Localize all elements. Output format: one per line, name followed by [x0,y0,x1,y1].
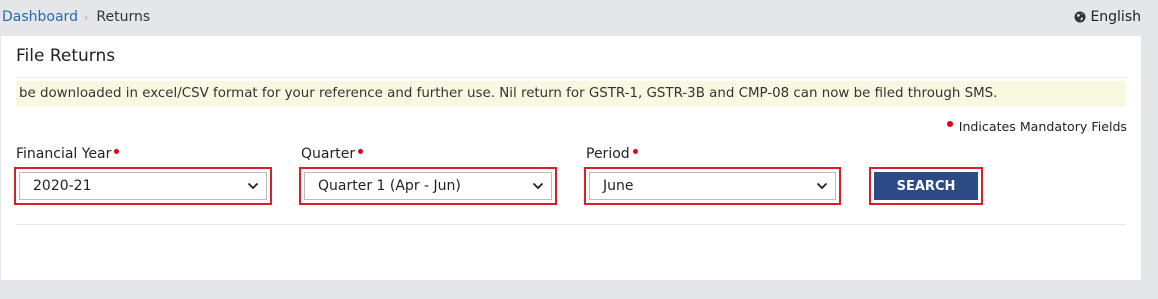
period-field: Period June [584,146,842,205]
file-returns-card: File Returns be downloaded in excel/CSV … [1,36,1141,280]
period-value: June [603,178,634,194]
chevron-down-icon [532,182,544,190]
mandatory-note-text: Indicates Mandatory Fields [958,119,1127,134]
chevron-down-icon [816,182,828,190]
mandatory-note: Indicates Mandatory Fields [946,119,1127,134]
required-dot-icon [358,149,364,154]
period-highlight: June [584,167,841,205]
search-highlight: SEARCH [869,167,983,205]
language-selector[interactable]: English [1074,9,1141,25]
top-bar: Dashboard › Returns English [0,0,1158,36]
notice-text: be downloaded in excel/CSV format for yo… [19,86,998,101]
period-label: Period [586,146,842,166]
quarter-label-text: Quarter [301,146,356,162]
breadcrumb-separator: › [83,10,89,24]
notice-ticker: be downloaded in excel/CSV format for yo… [16,81,1126,107]
language-label: English [1090,9,1141,25]
financial-year-label: Financial Year [16,146,272,166]
chevron-down-icon [247,182,259,190]
mandatory-dot-icon [946,120,953,127]
globe-icon [1074,11,1086,23]
financial-year-label-text: Financial Year [16,146,112,162]
title-divider [16,77,1126,78]
bottom-divider [16,224,1126,225]
breadcrumb-current: Returns [96,9,151,25]
page-title: File Returns [16,46,116,66]
required-dot-icon [114,149,120,154]
breadcrumb-dashboard-link[interactable]: Dashboard [2,9,78,25]
breadcrumb: Dashboard › Returns [2,9,150,25]
quarter-field: Quarter Quarter 1 (Apr - Jun) [299,146,557,205]
search-button[interactable]: SEARCH [874,172,978,200]
period-select[interactable]: June [589,172,836,200]
financial-year-select[interactable]: 2020-21 [19,172,267,200]
quarter-value: Quarter 1 (Apr - Jun) [318,178,461,194]
quarter-select[interactable]: Quarter 1 (Apr - Jun) [304,172,552,200]
financial-year-value: 2020-21 [33,178,92,194]
financial-year-field: Financial Year 2020-21 [14,146,272,205]
quarter-highlight: Quarter 1 (Apr - Jun) [299,167,557,205]
financial-year-highlight: 2020-21 [14,167,272,205]
required-dot-icon [632,149,638,154]
quarter-label: Quarter [301,146,557,166]
period-label-text: Period [586,146,630,162]
